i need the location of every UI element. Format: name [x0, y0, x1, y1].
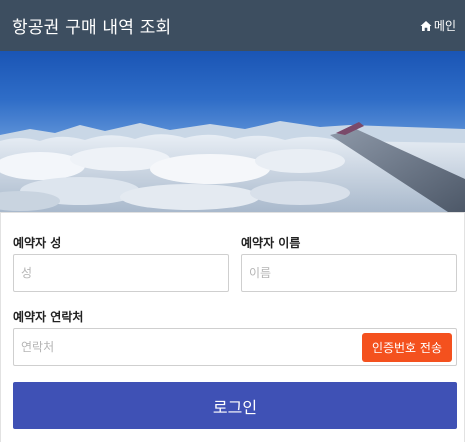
send-verification-code-button[interactable]: 인증번호 전송	[361, 333, 452, 362]
app-header: 항공권 구매 내역 조회 메인	[0, 0, 465, 51]
login-form: 예약자 성 예약자 이름 예약자 연락처 인증번호 전송 로그인	[0, 212, 465, 442]
last-name-field[interactable]	[13, 254, 229, 292]
home-link[interactable]: 메인	[420, 17, 456, 34]
first-name-label: 예약자 이름	[241, 236, 301, 250]
contact-field[interactable]: 인증번호 전송	[13, 328, 457, 366]
page-title: 항공권 구매 내역 조회	[12, 18, 172, 38]
contact-label: 예약자 연락처	[13, 310, 84, 324]
home-link-label: 메인	[433, 19, 456, 33]
home-icon	[420, 20, 432, 31]
airplane-wing-clouds-image	[0, 121, 465, 212]
first-name-field[interactable]	[241, 254, 457, 292]
hero-image	[0, 51, 465, 212]
last-name-input[interactable]	[21, 266, 221, 280]
login-button[interactable]: 로그인	[13, 382, 457, 429]
last-name-label: 예약자 성	[13, 236, 62, 250]
first-name-input[interactable]	[249, 266, 449, 280]
